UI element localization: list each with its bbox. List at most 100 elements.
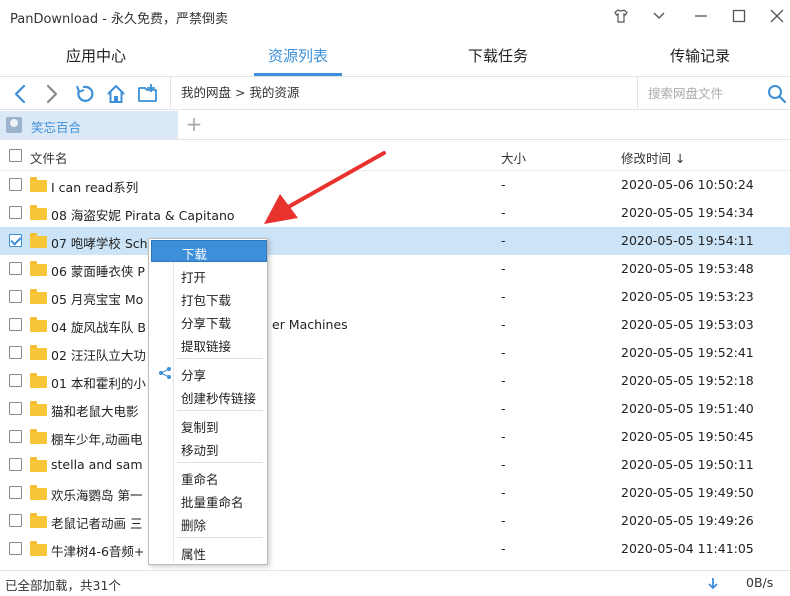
file-row[interactable]: 02 汪汪队立大功 - 2020-05-05 19:52:41 — [0, 339, 790, 367]
file-modified: 2020-05-05 19:50:45 — [621, 429, 754, 444]
file-modified: 2020-05-05 19:50:11 — [621, 457, 754, 472]
row-checkbox[interactable] — [9, 262, 22, 275]
file-row[interactable]: 欢乐海鹦岛 第一 - 2020-05-05 19:49:50 — [0, 479, 790, 507]
column-header-name[interactable]: 文件名 — [30, 148, 68, 167]
file-row-selected[interactable]: 07 咆哮学校 Scho - 2020-05-05 19:54:11 — [0, 227, 790, 255]
folder-icon — [30, 261, 47, 276]
file-row[interactable]: 猫和老鼠大电影 - 2020-05-05 19:51:40 — [0, 395, 790, 423]
folder-icon — [30, 177, 47, 192]
row-checkbox[interactable] — [9, 234, 22, 247]
menu-separator — [177, 358, 263, 359]
file-size: - — [501, 317, 506, 332]
row-checkbox[interactable] — [9, 430, 22, 443]
menu-item-batch-rename[interactable]: 批量重命名 — [151, 489, 267, 511]
row-checkbox[interactable] — [9, 206, 22, 219]
file-row[interactable]: 04 旋风战车队 B er Machines - 2020-05-05 19:5… — [0, 311, 790, 339]
file-row[interactable]: I can read系列 - 2020-05-06 10:50:24 — [0, 171, 790, 199]
file-row[interactable]: 老鼠记者动画 三 - 2020-05-05 19:49:26 — [0, 507, 790, 535]
menu-item-rename[interactable]: 重命名 — [151, 466, 267, 488]
download-speed: 0B/s — [746, 575, 774, 590]
file-row[interactable]: 01 本和霍利的小 - 2020-05-05 19:52:18 — [0, 367, 790, 395]
minimize-icon[interactable] — [688, 4, 714, 28]
menu-item-label: 移动到 — [181, 443, 219, 458]
tab-app-center[interactable]: 应用中心 — [48, 38, 144, 76]
menu-item-label: 复制到 — [181, 420, 219, 435]
file-row[interactable]: 08 海盗安妮 Pirata & Capitano - 2020-05-05 1… — [0, 199, 790, 227]
main-tabs: 应用中心 资源列表 下载任务 传输记录 — [0, 38, 790, 76]
file-row[interactable]: 06 蒙面睡衣侠 P - 2020-05-05 19:53:48 — [0, 255, 790, 283]
menu-item-copy-to[interactable]: 复制到 — [151, 414, 267, 436]
row-checkbox[interactable] — [9, 290, 22, 303]
account-tab[interactable]: 笑忘百合 — [0, 111, 178, 139]
menu-item-create-instant-link[interactable]: 创建秒传链接 — [151, 385, 267, 407]
menu-item-extract-link[interactable]: 提取链接 — [151, 333, 267, 355]
file-name-tail: er Machines — [272, 317, 348, 332]
row-checkbox[interactable] — [9, 318, 22, 331]
folder-icon — [30, 485, 47, 500]
context-menu: 下载 打开 打包下载 分享下载 提取链接 分享 创建秒传链接 复制到 移动到 重… — [148, 238, 268, 565]
menu-item-share[interactable]: 分享 — [151, 362, 267, 384]
file-name: 04 旋风战车队 B — [51, 320, 146, 335]
toolbar: 我的网盘 > 我的资源 — [0, 77, 790, 110]
file-row[interactable]: 棚车少年,动画电 - 2020-05-05 19:50:45 — [0, 423, 790, 451]
file-size: - — [501, 401, 506, 416]
folder-icon — [30, 373, 47, 388]
menu-item-delete[interactable]: 删除 — [151, 512, 267, 534]
file-name: 牛津树4-6音频+ — [51, 544, 145, 559]
chevron-down-icon[interactable] — [646, 4, 672, 28]
tab-resource-list[interactable]: 资源列表 — [254, 38, 342, 76]
menu-item-label: 分享下载 — [181, 316, 232, 331]
column-header-modified[interactable]: 修改时间 ↓ — [621, 148, 685, 167]
file-row[interactable]: 牛津树4-6音频+ - 2020-05-04 11:41:05 — [0, 535, 790, 563]
back-icon[interactable] — [8, 81, 34, 107]
menu-item-properties[interactable]: 属性 — [151, 541, 267, 563]
menu-item-open[interactable]: 打开 — [151, 264, 267, 286]
share-icon — [158, 366, 172, 380]
file-modified: 2020-05-05 19:52:41 — [621, 345, 754, 360]
menu-item-move-to[interactable]: 移动到 — [151, 437, 267, 459]
home-icon[interactable] — [103, 81, 129, 107]
row-checkbox[interactable] — [9, 514, 22, 527]
file-modified: 2020-05-05 19:51:40 — [621, 401, 754, 416]
file-size: - — [501, 457, 506, 472]
status-message: 已全部加载，共31个 — [5, 578, 121, 593]
row-checkbox[interactable] — [9, 178, 22, 191]
row-checkbox[interactable] — [9, 374, 22, 387]
row-checkbox[interactable] — [9, 346, 22, 359]
search-input[interactable] — [637, 77, 762, 110]
avatar — [6, 117, 22, 133]
file-modified: 2020-05-05 19:54:11 — [621, 233, 754, 248]
tab-download-tasks[interactable]: 下载任务 — [450, 38, 546, 76]
row-checkbox[interactable] — [9, 542, 22, 555]
column-header-size[interactable]: 大小 — [501, 148, 526, 167]
file-name: 欢乐海鹦岛 第一 — [51, 488, 143, 503]
maximize-icon[interactable] — [726, 4, 752, 28]
breadcrumb[interactable]: 我的网盘 > 我的资源 — [170, 77, 299, 110]
file-modified: 2020-05-05 19:49:26 — [621, 513, 754, 528]
row-checkbox[interactable] — [9, 402, 22, 415]
window-title: PanDownload - 永久免费，严禁倒卖 — [10, 12, 229, 27]
file-modified: 2020-05-06 10:50:24 — [621, 177, 754, 192]
menu-item-share-download[interactable]: 分享下载 — [151, 310, 267, 332]
forward-icon[interactable] — [38, 81, 64, 107]
row-checkbox[interactable] — [9, 486, 22, 499]
search-icon[interactable] — [766, 83, 788, 105]
tab-transfer-history[interactable]: 传输记录 — [652, 38, 748, 76]
file-list-header: 文件名 大小 修改时间 ↓ — [0, 141, 790, 171]
file-size: - — [501, 429, 506, 444]
file-row[interactable]: stella and sam - 2020-05-05 19:50:11 — [0, 451, 790, 479]
file-row[interactable]: 05 月亮宝宝 Mo - 2020-05-05 19:53:23 — [0, 283, 790, 311]
select-all-checkbox[interactable] — [9, 149, 22, 162]
refresh-icon[interactable] — [71, 81, 97, 107]
folder-icon — [30, 429, 47, 444]
shirt-icon[interactable] — [608, 4, 634, 28]
menu-item-label: 下载 — [182, 247, 208, 262]
close-icon[interactable] — [764, 4, 790, 28]
menu-item-label: 重命名 — [181, 472, 219, 487]
row-checkbox[interactable] — [9, 458, 22, 471]
file-name: 猫和老鼠大电影 — [51, 404, 139, 419]
menu-item-pack-download[interactable]: 打包下载 — [151, 287, 267, 309]
new-folder-icon[interactable] — [135, 81, 161, 107]
add-account-button[interactable]: + — [181, 112, 207, 138]
menu-item-download[interactable]: 下载 — [151, 240, 267, 262]
